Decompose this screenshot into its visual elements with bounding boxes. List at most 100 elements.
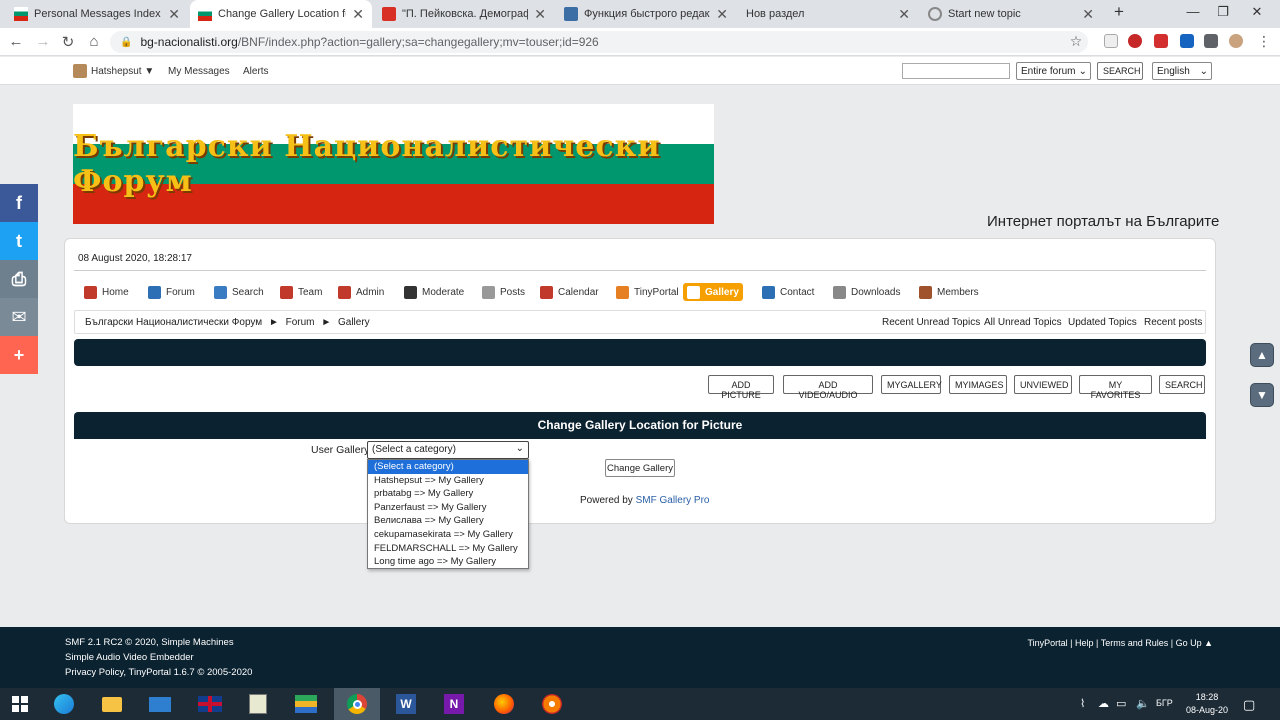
menu-item-forum[interactable]: Forum [144,283,199,301]
dropdown-option[interactable]: Hatshepsut => My Gallery [368,474,528,488]
menu-item-calendar[interactable]: Calendar [536,283,603,301]
forum-banner[interactable]: Български Националистически Форум [73,104,714,224]
breadcrumb-item-forum[interactable]: Forum [286,317,315,328]
puzzle-icon[interactable] [1204,34,1218,48]
menu-item-members[interactable]: Members [915,283,983,301]
dropdown-option[interactable]: FELDMARSCHALL => My Gallery [368,542,528,556]
reload-icon[interactable]: ↻ [58,33,78,51]
word-icon[interactable]: W [386,688,426,720]
restore-icon[interactable]: ❐ [1208,4,1238,20]
menu-item-gallery[interactable]: Gallery [683,283,743,301]
facebook-icon[interactable]: f [0,184,38,222]
breadcrumb-item-forum-home[interactable]: Български Националистически Форум [85,317,262,328]
tab-change-gallery[interactable]: Change Gallery Location for Pictu ✕ [190,0,372,28]
gallery-search-button[interactable]: SEARCH [1159,375,1205,394]
tab-personal-messages[interactable]: Personal Messages Index ✕ [6,0,188,28]
add-video-audio-button[interactable]: ADD VIDEO/AUDIO [783,375,873,400]
photo-app-icon[interactable] [532,688,572,720]
all-unread-topics-link[interactable]: All Unread Topics [984,317,1062,328]
tab-start-new-topic[interactable]: Start new topic ✕ [920,0,1102,28]
mail-icon[interactable] [140,688,180,720]
close-icon[interactable]: ✕ [1082,6,1094,23]
search-scope-select[interactable]: Entire forum ⌄ [1016,62,1091,80]
user-gallery-select[interactable]: (Select a category) ⌄ [367,441,529,459]
menu-item-team[interactable]: Team [276,283,326,301]
change-gallery-button[interactable]: Change Gallery [605,459,675,477]
more-menu-icon[interactable]: ⋮ [1254,33,1274,50]
footer-copyright[interactable]: SMF 2.1 RC2 © 2020, Simple Machines [65,637,234,648]
dropdown-option[interactable]: Long time ago => My Gallery [368,555,528,569]
extension-icon[interactable] [1104,34,1118,48]
search-input[interactable] [902,63,1010,79]
menu-item-posts[interactable]: Posts [478,283,529,301]
recent-unread-topics-link[interactable]: Recent Unread Topics [882,317,980,328]
close-icon[interactable]: ✕ [168,6,180,23]
email-icon[interactable]: ✉ [0,298,38,336]
my-messages-link[interactable]: My Messages [168,66,230,77]
notifications-icon[interactable]: ▢ [1243,697,1255,713]
breadcrumb-item-gallery[interactable]: Gallery [338,317,370,328]
firefox-icon[interactable] [484,688,524,720]
close-icon[interactable]: ✕ [716,6,728,23]
add-picture-button[interactable]: ADD PICTURE [708,375,774,400]
dropdown-option[interactable]: (Select a category) [368,460,528,474]
system-clock[interactable]: 18:28 08-Aug-20 [1180,691,1234,717]
winrar-icon[interactable] [286,688,326,720]
network-icon[interactable]: ▭ [1116,697,1126,710]
dropdown-option[interactable]: Panzerfaust => My Gallery [368,501,528,515]
mygallery-button[interactable]: MYGALLERY [881,375,942,394]
smf-gallery-pro-link[interactable]: SMF Gallery Pro [636,495,710,506]
share-more-icon[interactable]: + [0,336,38,374]
dropdown-option[interactable]: prbatabg => My Gallery [368,487,528,501]
menu-item-contact[interactable]: Contact [758,283,818,301]
new-tab-button[interactable]: + [1104,2,1134,22]
file-explorer-icon[interactable] [92,688,132,720]
username-menu[interactable]: Hatshepsut ▼ [91,66,154,77]
menu-item-moderate[interactable]: Moderate [400,283,468,301]
dropdown-option[interactable]: Велислава => My Gallery [368,514,528,528]
back-arrow-icon[interactable]: ← [6,33,26,50]
updated-topics-link[interactable]: Updated Topics [1068,317,1137,328]
uk-flag-icon[interactable] [190,688,230,720]
close-window-icon[interactable]: ✕ [1242,4,1272,20]
avatar[interactable] [1229,34,1243,48]
paperclip-icon[interactable]: ⌇ [1080,697,1085,710]
close-icon[interactable]: ✕ [534,6,546,23]
scroll-up-button[interactable]: ▲ [1250,343,1274,367]
tab-quick-edit[interactable]: Функция быстрого редактиро ✕ [556,0,736,28]
menu-item-search[interactable]: Search [210,283,268,301]
close-icon[interactable]: ✕ [352,6,364,23]
footer-links[interactable]: TinyPortal | Help | Terms and Rules | Go… [1028,638,1214,648]
address-bar[interactable]: 🔒 bg-nacionalisti.org/BNF/index.php?acti… [110,31,1088,53]
extension-icon[interactable] [1154,34,1168,48]
extension-icon[interactable] [1180,34,1194,48]
cloud-icon[interactable]: ☁ [1098,697,1109,710]
notepad-icon[interactable] [238,688,278,720]
menu-item-home[interactable]: Home [80,283,133,301]
close-icon[interactable]: ✕ [898,6,910,23]
scroll-down-button[interactable]: ▼ [1250,383,1274,407]
twitter-icon[interactable]: t [0,222,38,260]
print-icon[interactable]: ⎙ [0,260,38,298]
language-select[interactable]: English ⌄ [1152,62,1212,80]
unviewed-button[interactable]: UNVIEWED [1014,375,1072,394]
search-button[interactable]: SEARCH [1097,62,1143,80]
menu-item-downloads[interactable]: Downloads [829,283,904,301]
footer-privacy[interactable]: Privacy Policy, TinyPortal 1.6.7 © 2005-… [65,667,252,678]
onenote-icon[interactable]: N [434,688,474,720]
windows-start-icon[interactable] [0,688,40,720]
edge-icon[interactable] [44,688,84,720]
menu-item-tinyportal[interactable]: TinyPortal [612,283,683,301]
extension-icon[interactable] [1128,34,1142,48]
chrome-icon[interactable] [334,688,380,720]
input-language[interactable]: БГР [1156,698,1173,708]
alerts-link[interactable]: Alerts [243,66,269,77]
volume-icon[interactable]: 🔈 [1136,697,1150,710]
dropdown-option[interactable]: cekupamasekirata => My Gallery [368,528,528,542]
bookmark-star-icon[interactable]: ☆ [1066,33,1086,50]
forward-arrow-icon[interactable]: → [33,33,53,50]
tab-new-section[interactable]: Нов раздел ✕ [738,0,918,28]
tab-peykovska[interactable]: "П. Пейковска. Демографс ✕ [374,0,554,28]
menu-item-admin[interactable]: Admin [334,283,388,301]
my-favorites-button[interactable]: MY FAVORITES [1079,375,1152,400]
